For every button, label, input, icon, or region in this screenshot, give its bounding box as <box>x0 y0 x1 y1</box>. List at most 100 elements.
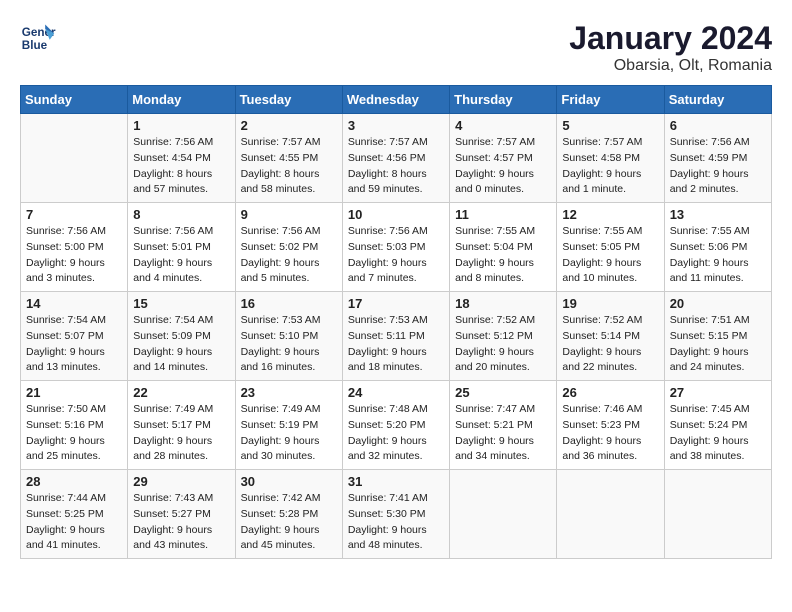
calendar-cell: 2 Sunrise: 7:57 AMSunset: 4:55 PMDaylight… <box>235 114 342 203</box>
day-number: 2 <box>241 118 337 133</box>
calendar-cell <box>450 470 557 559</box>
day-info: Sunrise: 7:53 AMSunset: 5:11 PMDaylight:… <box>348 313 444 376</box>
calendar-cell <box>664 470 771 559</box>
day-number: 29 <box>133 474 229 489</box>
day-number: 16 <box>241 296 337 311</box>
calendar-cell: 5 Sunrise: 7:57 AMSunset: 4:58 PMDaylight… <box>557 114 664 203</box>
calendar-cell: 17 Sunrise: 7:53 AMSunset: 5:11 PMDayligh… <box>342 292 449 381</box>
calendar-cell: 11 Sunrise: 7:55 AMSunset: 5:04 PMDayligh… <box>450 203 557 292</box>
day-info: Sunrise: 7:55 AMSunset: 5:04 PMDaylight:… <box>455 224 551 287</box>
page-title: January 2024 <box>569 20 772 57</box>
svg-text:Blue: Blue <box>22 39 48 52</box>
day-info: Sunrise: 7:47 AMSunset: 5:21 PMDaylight:… <box>455 402 551 465</box>
calendar-cell: 1 Sunrise: 7:56 AMSunset: 4:54 PMDaylight… <box>128 114 235 203</box>
day-info: Sunrise: 7:56 AMSunset: 5:03 PMDaylight:… <box>348 224 444 287</box>
calendar-cell: 9 Sunrise: 7:56 AMSunset: 5:02 PMDaylight… <box>235 203 342 292</box>
day-info: Sunrise: 7:41 AMSunset: 5:30 PMDaylight:… <box>348 491 444 554</box>
calendar-cell: 26 Sunrise: 7:46 AMSunset: 5:23 PMDayligh… <box>557 381 664 470</box>
logo: General Blue <box>20 20 56 56</box>
day-info: Sunrise: 7:54 AMSunset: 5:07 PMDaylight:… <box>26 313 122 376</box>
header-row: SundayMondayTuesdayWednesdayThursdayFrid… <box>21 86 772 114</box>
calendar-cell: 15Sunrise: 7:54 AMSunset: 5:09 PMDayligh… <box>128 292 235 381</box>
column-header-sunday: Sunday <box>21 86 128 114</box>
day-info: Sunrise: 7:57 AMSunset: 4:58 PMDaylight:… <box>562 135 658 198</box>
day-info: Sunrise: 7:42 AMSunset: 5:28 PMDaylight:… <box>241 491 337 554</box>
calendar-cell: 30 Sunrise: 7:42 AMSunset: 5:28 PMDayligh… <box>235 470 342 559</box>
day-number: 1 <box>133 118 229 133</box>
day-info: Sunrise: 7:55 AMSunset: 5:06 PMDaylight:… <box>670 224 766 287</box>
calendar-cell: 14 Sunrise: 7:54 AMSunset: 5:07 PMDayligh… <box>21 292 128 381</box>
day-number: 14 <box>26 296 122 311</box>
calendar-cell: 21Sunrise: 7:50 AMSunset: 5:16 PMDayligh… <box>21 381 128 470</box>
day-info: Sunrise: 7:56 AMSunset: 4:59 PMDaylight:… <box>670 135 766 198</box>
calendar-cell: 28 Sunrise: 7:44 AMSunset: 5:25 PMDayligh… <box>21 470 128 559</box>
calendar-table: SundayMondayTuesdayWednesdayThursdayFrid… <box>20 85 772 559</box>
day-info: Sunrise: 7:51 AMSunset: 5:15 PMDaylight:… <box>670 313 766 376</box>
day-info: Sunrise: 7:46 AMSunset: 5:23 PMDaylight:… <box>562 402 658 465</box>
day-number: 23 <box>241 385 337 400</box>
day-info: Sunrise: 7:57 AMSunset: 4:55 PMDaylight:… <box>241 135 337 198</box>
day-number: 27 <box>670 385 766 400</box>
day-number: 5 <box>562 118 658 133</box>
day-info: Sunrise: 7:57 AMSunset: 4:56 PMDaylight:… <box>348 135 444 198</box>
day-info: Sunrise: 7:56 AMSunset: 4:54 PMDaylight:… <box>133 135 229 198</box>
calendar-cell: 31 Sunrise: 7:41 AMSunset: 5:30 PMDayligh… <box>342 470 449 559</box>
day-number: 22 <box>133 385 229 400</box>
day-info: Sunrise: 7:56 AMSunset: 5:01 PMDaylight:… <box>133 224 229 287</box>
calendar-cell <box>21 114 128 203</box>
week-row-5: 28 Sunrise: 7:44 AMSunset: 5:25 PMDayligh… <box>21 470 772 559</box>
day-number: 18 <box>455 296 551 311</box>
day-info: Sunrise: 7:45 AMSunset: 5:24 PMDaylight:… <box>670 402 766 465</box>
calendar-cell: 19Sunrise: 7:52 AMSunset: 5:14 PMDayligh… <box>557 292 664 381</box>
day-info: Sunrise: 7:55 AMSunset: 5:05 PMDaylight:… <box>562 224 658 287</box>
day-number: 4 <box>455 118 551 133</box>
day-number: 10 <box>348 207 444 222</box>
calendar-cell: 8 Sunrise: 7:56 AMSunset: 5:01 PMDaylight… <box>128 203 235 292</box>
day-number: 9 <box>241 207 337 222</box>
day-info: Sunrise: 7:50 AMSunset: 5:16 PMDaylight:… <box>26 402 122 465</box>
day-number: 8 <box>133 207 229 222</box>
day-number: 30 <box>241 474 337 489</box>
day-info: Sunrise: 7:52 AMSunset: 5:12 PMDaylight:… <box>455 313 551 376</box>
day-info: Sunrise: 7:56 AMSunset: 5:00 PMDaylight:… <box>26 224 122 287</box>
calendar-cell: 3Sunrise: 7:57 AMSunset: 4:56 PMDaylight… <box>342 114 449 203</box>
day-info: Sunrise: 7:56 AMSunset: 5:02 PMDaylight:… <box>241 224 337 287</box>
week-row-3: 14 Sunrise: 7:54 AMSunset: 5:07 PMDayligh… <box>21 292 772 381</box>
calendar-cell: 4 Sunrise: 7:57 AMSunset: 4:57 PMDaylight… <box>450 114 557 203</box>
calendar-cell: 7Sunrise: 7:56 AMSunset: 5:00 PMDaylight… <box>21 203 128 292</box>
calendar-cell: 13 Sunrise: 7:55 AMSunset: 5:06 PMDayligh… <box>664 203 771 292</box>
day-number: 15 <box>133 296 229 311</box>
calendar-cell: 12 Sunrise: 7:55 AMSunset: 5:05 PMDayligh… <box>557 203 664 292</box>
day-number: 13 <box>670 207 766 222</box>
day-number: 19 <box>562 296 658 311</box>
column-header-thursday: Thursday <box>450 86 557 114</box>
calendar-cell: 16 Sunrise: 7:53 AMSunset: 5:10 PMDayligh… <box>235 292 342 381</box>
day-info: Sunrise: 7:53 AMSunset: 5:10 PMDaylight:… <box>241 313 337 376</box>
calendar-cell: 10 Sunrise: 7:56 AMSunset: 5:03 PMDayligh… <box>342 203 449 292</box>
calendar-cell <box>557 470 664 559</box>
day-number: 31 <box>348 474 444 489</box>
week-row-1: 1 Sunrise: 7:56 AMSunset: 4:54 PMDaylight… <box>21 114 772 203</box>
day-info: Sunrise: 7:57 AMSunset: 4:57 PMDaylight:… <box>455 135 551 198</box>
day-number: 12 <box>562 207 658 222</box>
day-info: Sunrise: 7:48 AMSunset: 5:20 PMDaylight:… <box>348 402 444 465</box>
calendar-cell: 24 Sunrise: 7:48 AMSunset: 5:20 PMDayligh… <box>342 381 449 470</box>
column-header-monday: Monday <box>128 86 235 114</box>
calendar-cell: 23 Sunrise: 7:49 AMSunset: 5:19 PMDayligh… <box>235 381 342 470</box>
day-number: 17 <box>348 296 444 311</box>
day-info: Sunrise: 7:44 AMSunset: 5:25 PMDaylight:… <box>26 491 122 554</box>
day-number: 28 <box>26 474 122 489</box>
day-number: 24 <box>348 385 444 400</box>
day-info: Sunrise: 7:49 AMSunset: 5:19 PMDaylight:… <box>241 402 337 465</box>
page-header: General Blue January 2024 Obarsia, Olt, … <box>20 20 772 75</box>
title-block: January 2024 Obarsia, Olt, Romania <box>569 20 772 75</box>
calendar-cell: 20Sunrise: 7:51 AMSunset: 5:15 PMDayligh… <box>664 292 771 381</box>
day-number: 6 <box>670 118 766 133</box>
week-row-2: 7Sunrise: 7:56 AMSunset: 5:00 PMDaylight… <box>21 203 772 292</box>
column-header-saturday: Saturday <box>664 86 771 114</box>
day-number: 26 <box>562 385 658 400</box>
column-header-friday: Friday <box>557 86 664 114</box>
day-number: 11 <box>455 207 551 222</box>
day-number: 25 <box>455 385 551 400</box>
page-subtitle: Obarsia, Olt, Romania <box>569 57 772 75</box>
